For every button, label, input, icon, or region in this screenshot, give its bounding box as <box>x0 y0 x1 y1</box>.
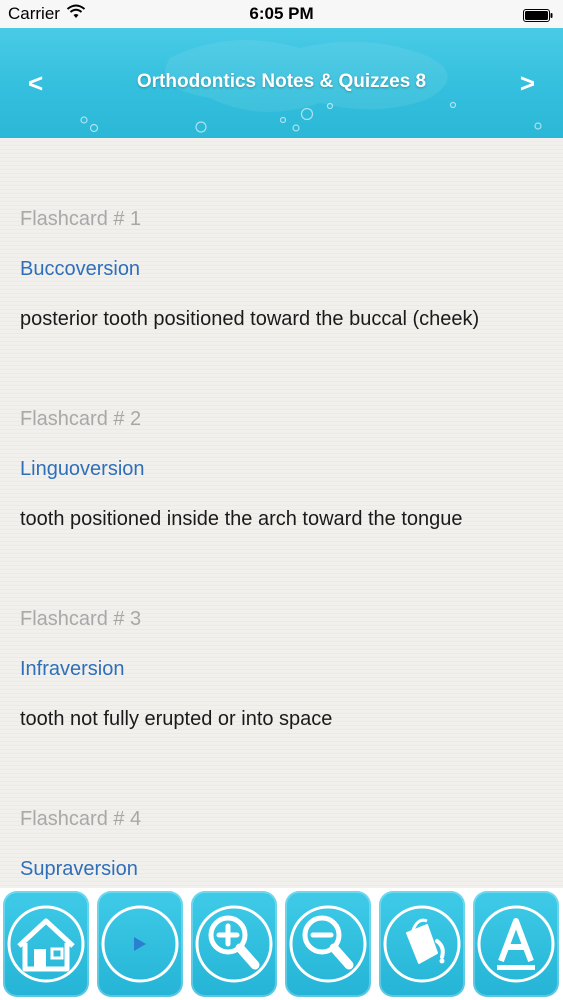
page-title: Orthodontics Notes & Quizzes 8 <box>136 71 427 92</box>
font-size-button[interactable] <box>473 891 559 997</box>
flashcard-term: Buccoversion <box>20 258 141 280</box>
zoom-out-icon <box>289 905 367 983</box>
flashcard-term: Infraversion <box>20 658 125 680</box>
flashcard-number: Flashcard # 4 <box>20 808 142 830</box>
flashcard-definition: posterior tooth positioned toward the bu… <box>20 308 480 330</box>
paint-bucket-icon <box>383 905 461 983</box>
flashcard-number: Flashcard # 2 <box>20 408 142 430</box>
flashcard-number: Flashcard # 1 <box>20 208 142 230</box>
battery-icon <box>523 7 553 22</box>
next-button[interactable]: > <box>512 66 543 101</box>
home-button[interactable] <box>3 891 89 997</box>
app-screen: Carrier 6:05 PM < Orthodontics Notes & Q… <box>0 0 563 1000</box>
zoom-in-icon <box>195 905 273 983</box>
status-bar: Carrier 6:05 PM <box>0 0 563 28</box>
flashcard-term: Supraversion <box>20 858 138 880</box>
home-icon <box>7 905 85 983</box>
bottom-toolbar <box>0 888 563 1000</box>
flashcard-list[interactable]: Flashcard # 1 Buccoversion posterior too… <box>0 138 563 890</box>
zoom-in-button[interactable] <box>191 891 277 997</box>
font-icon <box>477 905 555 983</box>
nav-header: < Orthodontics Notes & Quizzes 8 > <box>0 28 563 138</box>
background-color-button[interactable] <box>379 891 465 997</box>
flashcard-definition: tooth not fully erupted or into space <box>20 708 333 730</box>
flashcard-term: Linguoversion <box>20 458 145 480</box>
flashcard-number: Flashcard # 3 <box>20 608 142 630</box>
play-button[interactable] <box>97 891 183 997</box>
zoom-out-button[interactable] <box>285 891 371 997</box>
play-icon <box>101 905 179 983</box>
clock: 6:05 PM <box>249 4 314 23</box>
flashcard-definition: tooth positioned inside the arch toward … <box>20 508 463 530</box>
